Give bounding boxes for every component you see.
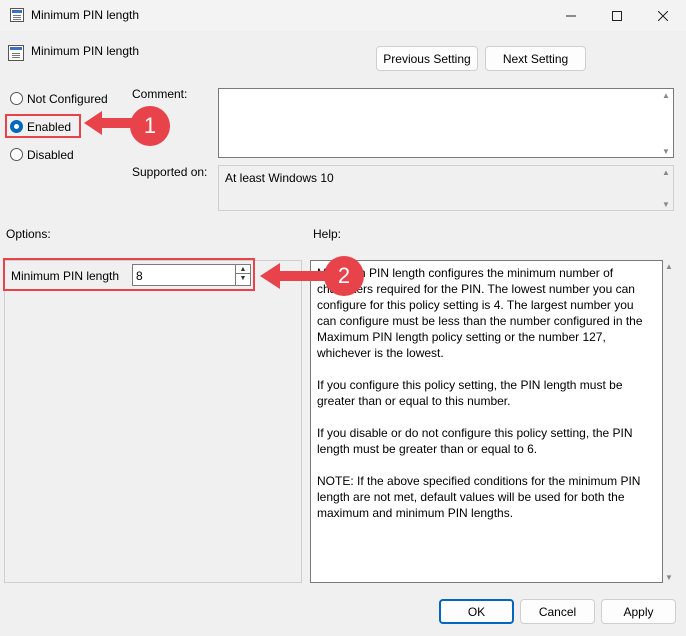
radio-disabled[interactable]: [10, 148, 23, 161]
annotation-box-2: [3, 258, 255, 291]
help-paragraph: If you disable or do not configure this …: [317, 426, 633, 456]
app-icon: [10, 8, 24, 22]
cancel-button[interactable]: Cancel: [520, 599, 595, 624]
scroll-down-icon[interactable]: ▼: [659, 145, 673, 157]
supported-label: Supported on:: [132, 165, 208, 179]
supported-scrollbar[interactable]: ▲ ▼: [659, 166, 673, 210]
help-text: Minimum PIN length configures the minimu…: [317, 265, 656, 521]
comment-scrollbar[interactable]: ▲ ▼: [659, 89, 673, 157]
help-paragraph: Minimum PIN length configures the minimu…: [317, 266, 643, 360]
help-paragraph: NOTE: If the above specified conditions …: [317, 474, 641, 520]
radio-enabled[interactable]: [10, 120, 23, 133]
radio-enabled-label[interactable]: Enabled: [27, 120, 71, 134]
supported-value: At least Windows 10: [225, 171, 334, 185]
options-label: Options:: [6, 227, 51, 241]
supported-field: At least Windows 10 ▲ ▼: [218, 165, 674, 211]
ok-button[interactable]: OK: [439, 599, 514, 624]
window-title: Minimum PIN length: [31, 8, 140, 22]
maximize-button[interactable]: [594, 0, 640, 31]
next-setting-button[interactable]: Next Setting: [485, 46, 586, 71]
previous-setting-button[interactable]: Previous Setting: [376, 46, 478, 71]
comment-label: Comment:: [132, 87, 188, 101]
scroll-up-icon[interactable]: ▲: [659, 89, 673, 101]
scroll-up-icon[interactable]: ▲: [662, 260, 676, 272]
annotation-badge-1: 1: [130, 106, 170, 146]
radio-disabled-label[interactable]: Disabled: [27, 148, 74, 162]
policy-icon: [8, 45, 24, 61]
radio-not-configured-label[interactable]: Not Configured: [27, 92, 108, 106]
close-icon: [658, 10, 668, 21]
maximize-icon: [612, 10, 622, 21]
apply-button[interactable]: Apply: [601, 599, 676, 624]
radio-not-configured[interactable]: [10, 92, 23, 105]
help-label: Help:: [313, 227, 342, 241]
options-panel: [4, 260, 302, 583]
help-panel: Minimum PIN length configures the minimu…: [310, 260, 663, 583]
policy-title: Minimum PIN length: [31, 44, 140, 58]
minimize-icon: [566, 15, 576, 16]
help-paragraph: If you configure this policy setting, th…: [317, 378, 623, 408]
annotation-badge-2: 2: [324, 256, 364, 296]
help-scrollbar[interactable]: ▲ ▼: [662, 260, 676, 583]
comment-textarea[interactable]: ▲ ▼: [218, 88, 674, 158]
scroll-up-icon[interactable]: ▲: [659, 166, 673, 178]
minimize-button[interactable]: [548, 0, 594, 31]
scroll-down-icon[interactable]: ▼: [659, 198, 673, 210]
close-button[interactable]: [640, 0, 686, 31]
scroll-down-icon[interactable]: ▼: [662, 571, 676, 583]
